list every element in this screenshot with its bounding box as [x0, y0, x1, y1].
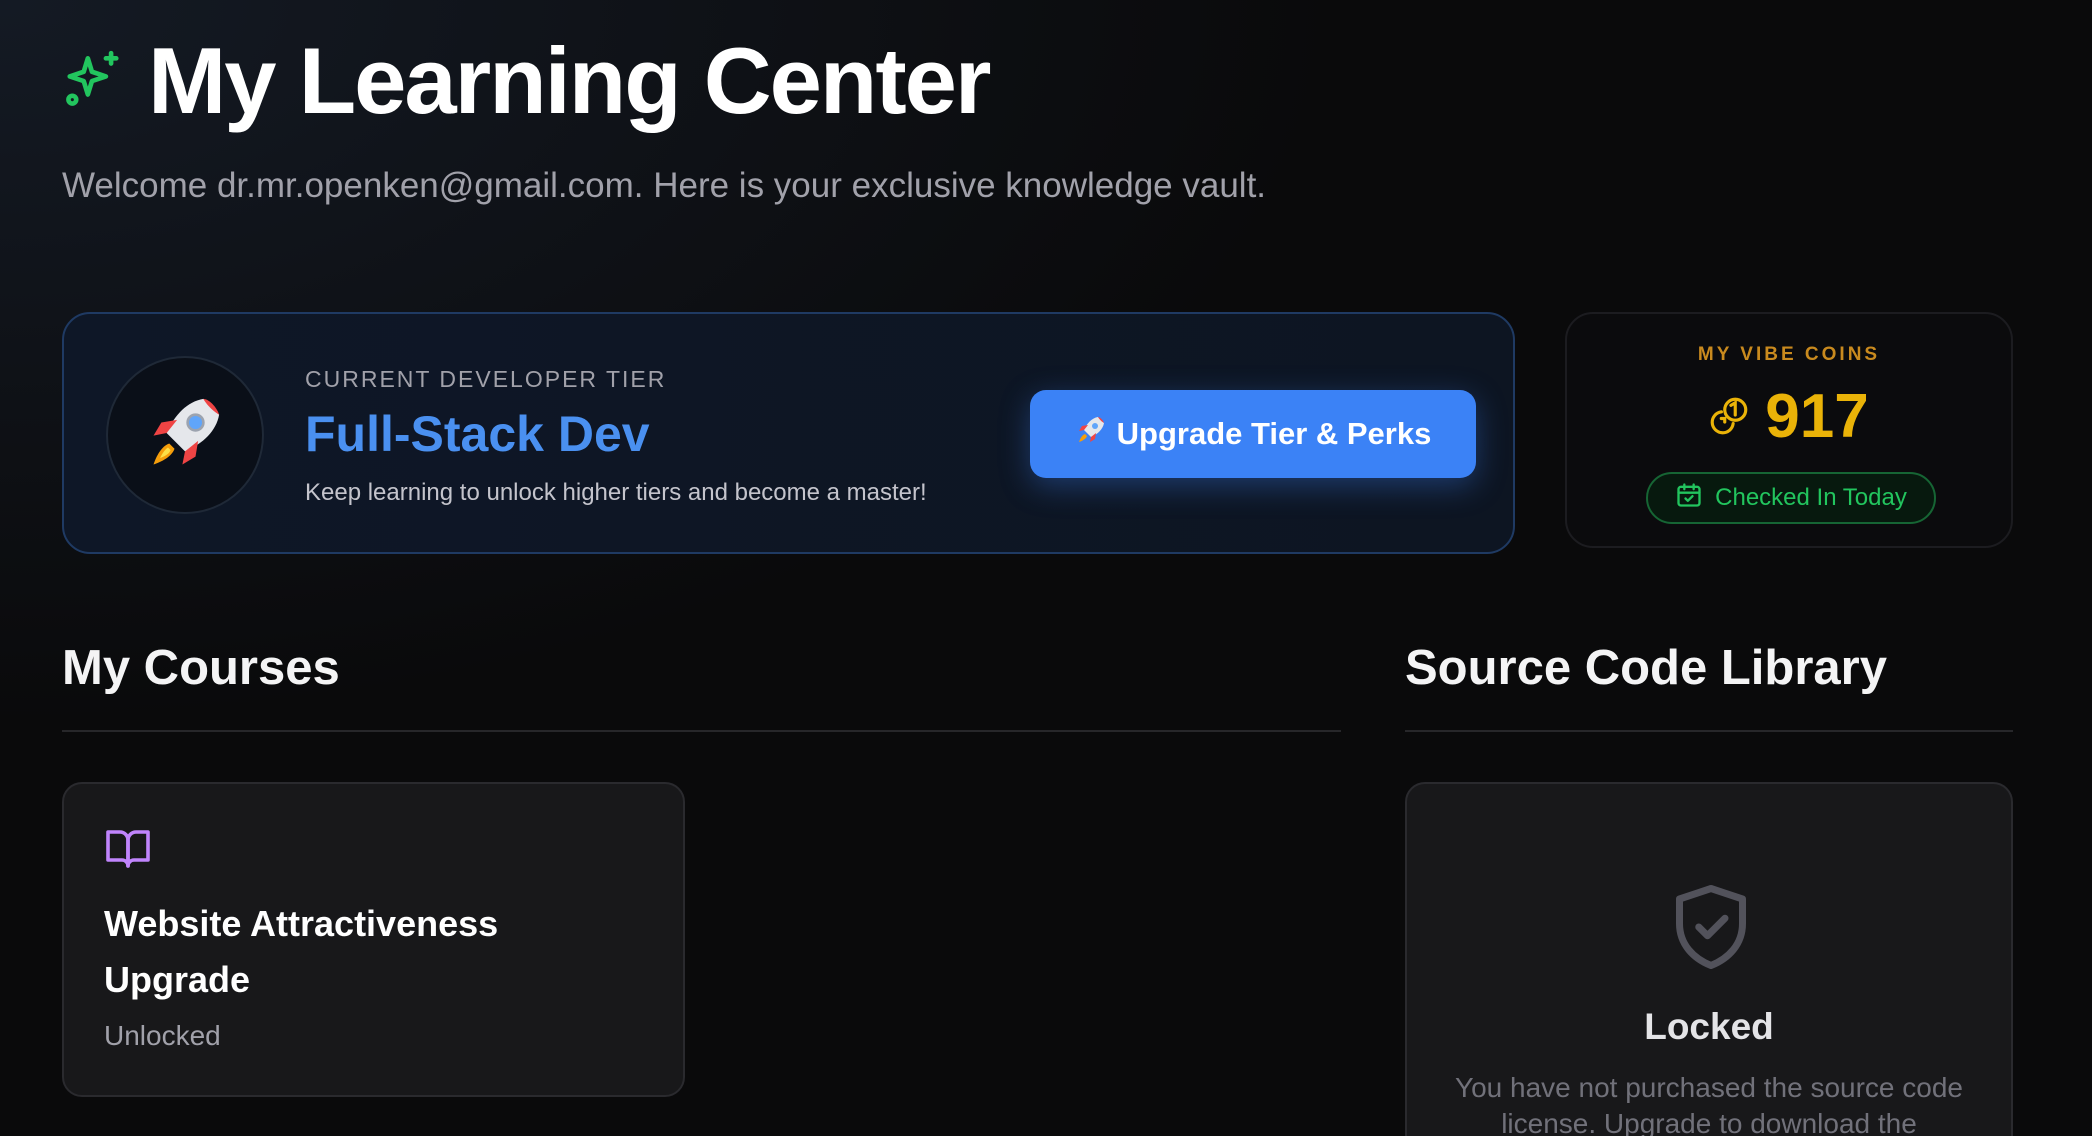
- rocket-icon: [1075, 414, 1107, 454]
- page-title: My Learning Center: [148, 28, 991, 133]
- calendar-check-icon: [1675, 481, 1703, 516]
- checked-in-badge: Checked In Today: [1646, 472, 1936, 524]
- tier-description: Keep learning to unlock higher tiers and…: [305, 479, 927, 506]
- coins-value: 917: [1765, 382, 1869, 451]
- tier-name: Full-Stack Dev: [305, 406, 650, 462]
- tier-avatar: [106, 356, 264, 514]
- source-code-library-heading: Source Code Library: [1405, 641, 1887, 695]
- course-status: Unlocked: [104, 1020, 221, 1051]
- course-title: Website Attractiveness Upgrade: [104, 903, 499, 1000]
- rocket-icon: [143, 391, 227, 480]
- learning-center-page: My Learning Center Welcome dr.mr.openken…: [62, 0, 2013, 1136]
- coins-label: MY VIBE COINS: [1697, 344, 1881, 365]
- sparkles-icon: [62, 48, 124, 115]
- coins-balance: 917: [1567, 380, 2011, 454]
- locked-title: Locked: [1644, 1006, 1774, 1047]
- welcome-subtitle: Welcome dr.mr.openken@gmail.com. Here is…: [62, 166, 1267, 205]
- course-card[interactable]: Website Attractiveness Upgrade Unlocked: [62, 782, 685, 1097]
- upgrade-button-label: Upgrade Tier & Perks: [1116, 416, 1432, 451]
- locked-description: You have not purchased the source code l…: [1454, 1072, 1963, 1136]
- source-code-locked-card: Locked You have not purchased the source…: [1405, 782, 2013, 1136]
- checkin-label: Checked In Today: [1715, 484, 1907, 511]
- page-header: My Learning Center: [62, 28, 991, 133]
- tier-info: CURRENT DEVELOPER TIER Full-Stack Dev Ke…: [305, 366, 927, 507]
- shield-check-icon: [1669, 880, 1753, 979]
- courses-divider: [62, 730, 1341, 732]
- upgrade-tier-button[interactable]: Upgrade Tier & Perks: [1030, 390, 1476, 478]
- my-courses-heading: My Courses: [62, 641, 340, 695]
- coins-icon: [1709, 394, 1751, 441]
- book-open-icon: [104, 824, 152, 877]
- vibe-coins-card: MY VIBE COINS 917 Checked In Today: [1565, 312, 2013, 548]
- developer-tier-card: CURRENT DEVELOPER TIER Full-Stack Dev Ke…: [62, 312, 1515, 554]
- tier-label: CURRENT DEVELOPER TIER: [305, 366, 667, 392]
- source-code-divider: [1405, 730, 2013, 732]
